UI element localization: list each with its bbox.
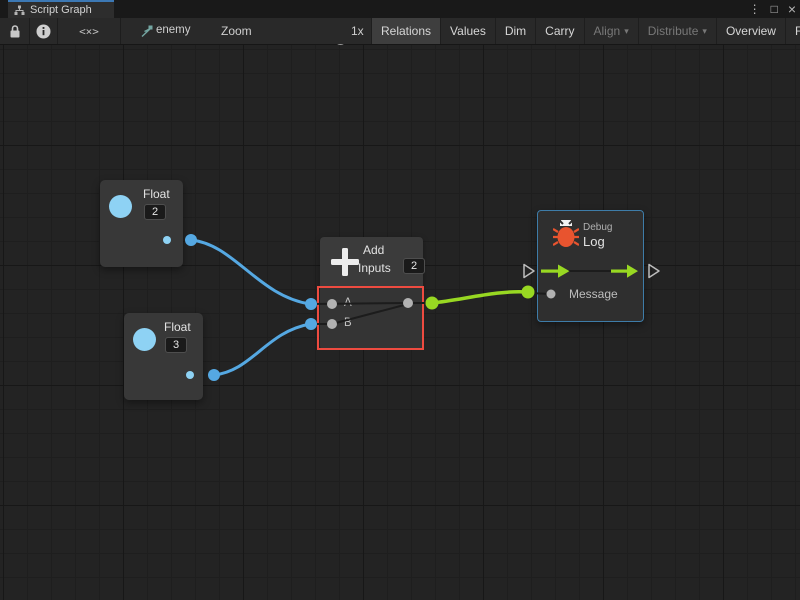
bug-icon: [553, 220, 579, 250]
relations-button[interactable]: Relations: [371, 18, 440, 44]
float-value-port-icon[interactable]: [109, 195, 132, 218]
node-title: Add: [363, 243, 384, 257]
window-menu-icon[interactable]: ⋮: [749, 0, 761, 18]
node-title: Float: [143, 187, 170, 201]
lock-button[interactable]: [2, 18, 28, 44]
graph-name-label[interactable]: enemy: [156, 24, 191, 36]
node-title: Float: [164, 320, 191, 334]
float-node-2[interactable]: Float 3: [124, 313, 203, 400]
values-button[interactable]: Values: [440, 18, 495, 44]
float-value-port-icon[interactable]: [133, 328, 156, 351]
graph-icon: [14, 5, 25, 16]
inputs-label: Inputs: [358, 261, 391, 275]
port-a-label: A: [344, 297, 352, 309]
lock-icon: [8, 24, 22, 39]
code-view-button[interactable]: <×>: [58, 18, 120, 44]
graph-node-icon: [140, 25, 153, 38]
zoom-label: Zoom: [221, 24, 252, 38]
tab-script-graph[interactable]: Script Graph: [8, 0, 114, 18]
message-port-label: Message: [569, 287, 618, 301]
graph-breadcrumb-icon-wrap: [138, 18, 154, 44]
code-icon: <×>: [79, 25, 99, 38]
title-bar: Script Graph ⋮ □ ×: [0, 0, 800, 18]
debug-log-node[interactable]: Debug Log Message: [537, 210, 644, 322]
zoom-value: 1x: [351, 24, 364, 38]
float-value-field[interactable]: 2: [144, 204, 166, 220]
close-icon[interactable]: ×: [788, 0, 796, 18]
overview-button[interactable]: Overview: [716, 18, 785, 44]
chevron-down-icon: ▾: [702, 26, 707, 37]
float-value-field[interactable]: 3: [165, 337, 187, 353]
info-button[interactable]: [30, 18, 56, 44]
add-node-body[interactable]: A B: [320, 287, 423, 350]
node-category: Debug: [583, 222, 612, 233]
node-title: Log: [583, 234, 605, 249]
fullscreen-button[interactable]: Full Screen: [785, 18, 800, 44]
toolbar: <×> enemy Zoom 1x Relations Values Dim C…: [0, 18, 800, 45]
carry-button[interactable]: Carry: [535, 18, 583, 44]
align-button[interactable]: Align▾: [584, 18, 638, 44]
chevron-down-icon: ▾: [624, 26, 629, 37]
toolbar-buttons: Relations Values Dim Carry Align▾ Distri…: [371, 18, 800, 44]
script-graph-window: Script Graph ⋮ □ × <×>: [0, 0, 800, 600]
distribute-button[interactable]: Distribute▾: [638, 18, 716, 44]
tab-title: Script Graph: [30, 4, 92, 16]
maximize-icon[interactable]: □: [771, 0, 778, 18]
info-icon: [36, 24, 51, 39]
dim-button[interactable]: Dim: [495, 18, 535, 44]
port-b-label: B: [344, 317, 352, 329]
add-node-header[interactable]: Add Inputs 2: [320, 237, 423, 287]
inputs-count-field[interactable]: 2: [403, 258, 425, 274]
plus-icon: [330, 246, 360, 278]
float-node-1[interactable]: Float 2: [100, 180, 183, 267]
